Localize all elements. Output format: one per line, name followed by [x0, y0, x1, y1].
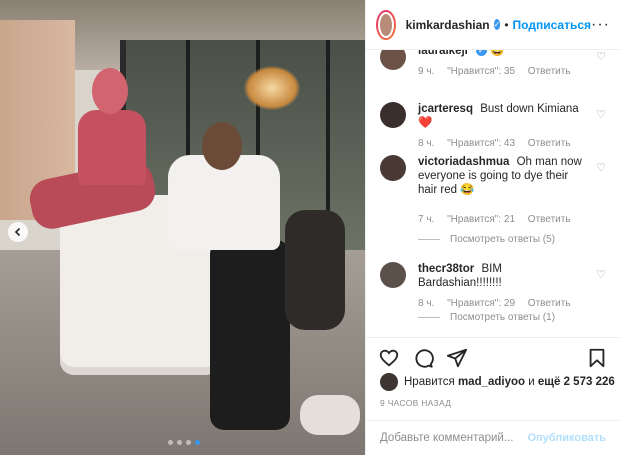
add-comment-bar: Добавьте комментарий... Опубликовать: [366, 420, 620, 455]
view-replies-button[interactable]: Посмотреть ответы (1): [418, 312, 555, 323]
header-separator: •: [504, 17, 509, 32]
post-side-panel: kimkardashian ✓ • Подписаться ··· laurai…: [365, 0, 620, 455]
view-replies-label: Посмотреть ответы (5): [450, 234, 556, 245]
heart-icon[interactable]: [378, 347, 400, 369]
likes-prefix: Нравится: [404, 376, 455, 388]
more-options-button[interactable]: ···: [591, 16, 610, 34]
photo-shoe: [300, 395, 360, 435]
photo-person-2-legs: [210, 240, 290, 430]
view-replies-button[interactable]: Посмотреть ответы (5): [418, 234, 555, 245]
carousel-dot: [168, 440, 173, 445]
comment-likes[interactable]: "Нравится": 21: [447, 214, 515, 225]
photo-person-3: [285, 210, 345, 330]
share-icon[interactable]: [446, 347, 468, 369]
comment-input[interactable]: Добавьте комментарий...: [380, 432, 513, 444]
comment-time[interactable]: 8 ч.: [418, 138, 434, 149]
comment-likes[interactable]: "Нравится": 43: [447, 138, 515, 149]
carousel-prev-button[interactable]: [8, 222, 28, 242]
comment-username[interactable]: thecr38tor: [418, 263, 474, 275]
chevron-left-icon: [14, 227, 21, 237]
comment-like-heart-icon[interactable]: ♡: [596, 108, 606, 121]
comment-like-heart-icon[interactable]: ♡: [596, 50, 606, 63]
comment-item: victoriadashmua Oh man now everyone is g…: [380, 155, 610, 227]
photo-person-1-head: [92, 68, 128, 114]
follow-button[interactable]: Подписаться: [513, 18, 591, 32]
comment-username[interactable]: victoriadashmua: [418, 156, 509, 168]
comment-reply-button[interactable]: Ответить: [528, 298, 571, 309]
comment-item: jcarteresq Bust down Kimiana ❤️ 8 ч. "Нр…: [380, 102, 610, 151]
comment-text: 😀: [490, 50, 505, 57]
verified-badge-icon: ✓: [493, 19, 501, 30]
post-photo[interactable]: [0, 0, 365, 455]
avatar[interactable]: [376, 9, 396, 40]
comment-reply-button[interactable]: Ответить: [528, 66, 571, 77]
comment-like-heart-icon[interactable]: ♡: [596, 161, 606, 174]
comment-reply-button[interactable]: Ответить: [528, 138, 571, 149]
comment-item: thecr38tor BIM Bardashian!!!!!!!! 8 ч. "…: [380, 262, 610, 311]
photo-person-2-head: [202, 122, 242, 170]
likes-count[interactable]: ещё 2 573 226: [538, 376, 615, 388]
comment-username[interactable]: lauraikeji: [418, 50, 468, 57]
comment-like-heart-icon[interactable]: ♡: [596, 268, 606, 281]
comment-avatar[interactable]: [380, 102, 406, 128]
likes-conjunction: и: [528, 376, 535, 388]
photo-chandelier: [244, 66, 300, 110]
comment-time[interactable]: 7 ч.: [418, 214, 434, 225]
comment-avatar[interactable]: [380, 50, 406, 70]
comment-username[interactable]: jcarteresq: [418, 103, 473, 115]
bookmark-icon[interactable]: [586, 347, 608, 369]
comment-avatar[interactable]: [380, 262, 406, 288]
carousel-dot: [177, 440, 182, 445]
post-timestamp[interactable]: 9 ЧАСОВ НАЗАД: [380, 398, 451, 408]
view-replies-label: Посмотреть ответы (1): [450, 312, 556, 323]
post-header: kimkardashian ✓ • Подписаться ···: [366, 0, 620, 50]
comment-item: lauraikeji ✓ 😀 9 ч. "Нравится": 35 Ответи…: [380, 50, 610, 79]
author-username[interactable]: kimkardashian: [406, 18, 490, 32]
comment-likes[interactable]: "Нравится": 29: [447, 298, 515, 309]
comment-time[interactable]: 9 ч.: [418, 66, 434, 77]
post-comment-button[interactable]: Опубликовать: [527, 432, 606, 444]
comment-time[interactable]: 8 ч.: [418, 298, 434, 309]
carousel-dot: [186, 440, 191, 445]
comment-icon[interactable]: [412, 347, 434, 369]
comment-reply-button[interactable]: Ответить: [528, 214, 571, 225]
carousel-dot-active: [195, 440, 200, 445]
comments-list[interactable]: lauraikeji ✓ 😀 9 ч. "Нравится": 35 Ответи…: [366, 50, 620, 337]
likes-summary: Нравится mad_adiyoo и ещё 2 573 226: [380, 373, 615, 391]
comment-avatar[interactable]: [380, 155, 406, 181]
liker-avatar[interactable]: [380, 373, 398, 391]
carousel-dots: [168, 440, 200, 445]
verified-badge-icon: ✓: [475, 50, 487, 57]
liker-username[interactable]: mad_adiyoo: [458, 376, 525, 388]
photo-person-1: [78, 110, 146, 185]
comment-likes[interactable]: "Нравится": 35: [447, 66, 515, 77]
post-actions-bar: [366, 337, 620, 377]
